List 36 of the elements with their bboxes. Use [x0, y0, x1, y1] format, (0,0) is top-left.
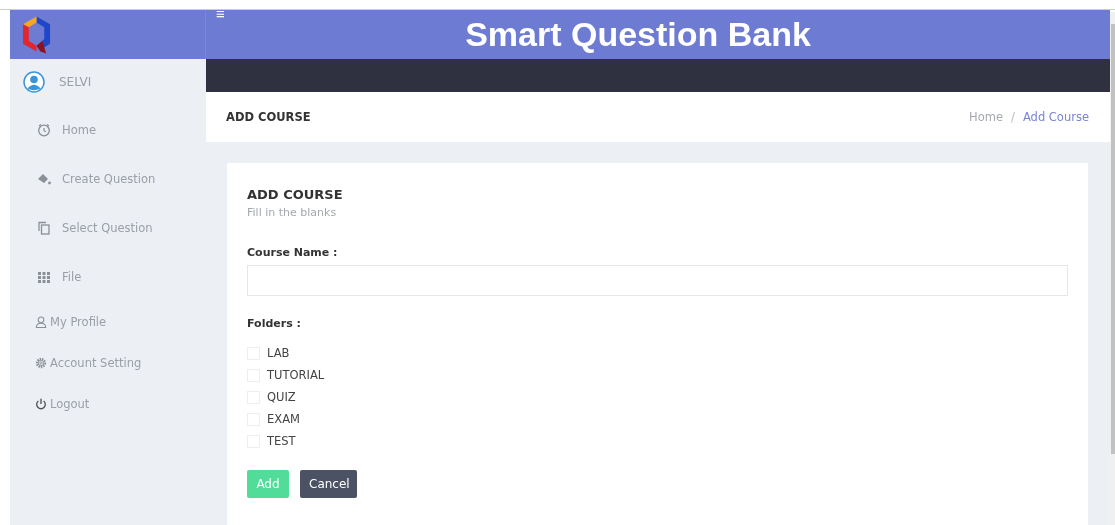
sidebar-item[interactable]: File	[10, 252, 206, 301]
clock-icon	[37, 122, 51, 137]
menu-button[interactable]: ≡	[214, 6, 227, 21]
checkbox-label: TUTORIAL	[267, 368, 325, 382]
scrollbar[interactable]	[1110, 12, 1115, 525]
paint-bucket-icon	[37, 171, 51, 186]
form-subtitle: Fill in the blanks	[247, 206, 338, 219]
checkbox-label: QUIZ	[267, 390, 296, 404]
breadcrumb-link[interactable]: Home	[969, 110, 1004, 124]
sidebar-item[interactable]: Create Question	[10, 154, 206, 203]
grid-icon	[37, 269, 51, 284]
settings-icon	[35, 356, 47, 369]
field-label: Folders :	[247, 317, 302, 330]
power-icon	[35, 397, 47, 410]
logo-icon	[21, 14, 52, 55]
breadcrumb-link[interactable]: Add Course	[1022, 110, 1089, 124]
checkbox-label: EXAM	[267, 412, 300, 426]
breadcrumb-separator: /	[1011, 110, 1015, 124]
form-title: ADD COURSE	[247, 187, 344, 202]
add-button[interactable]: Add	[247, 470, 289, 498]
user-icon	[35, 315, 47, 328]
sidebar-item[interactable]: Logout	[10, 383, 206, 424]
app-title: Smart Question Bank	[465, 15, 811, 54]
checkbox-label: TEST	[267, 434, 296, 448]
sidebar-item[interactable]: Select Question	[10, 203, 206, 252]
cancel-button[interactable]: Cancel	[300, 470, 357, 498]
user-avatar-icon	[23, 71, 45, 93]
page-title: ADD COURSE	[226, 110, 311, 124]
sidebar-item[interactable]: Account Setting	[10, 342, 206, 383]
course-name-field[interactable]	[247, 265, 1068, 296]
field-label: Course Name :	[247, 246, 339, 259]
sidebar-item[interactable]: My Profile	[10, 301, 206, 342]
user-name: SELVI	[59, 75, 92, 89]
checkbox-label: LAB	[267, 346, 290, 360]
sidebar-item[interactable]: Home	[10, 105, 206, 154]
copy-icon	[37, 220, 51, 235]
